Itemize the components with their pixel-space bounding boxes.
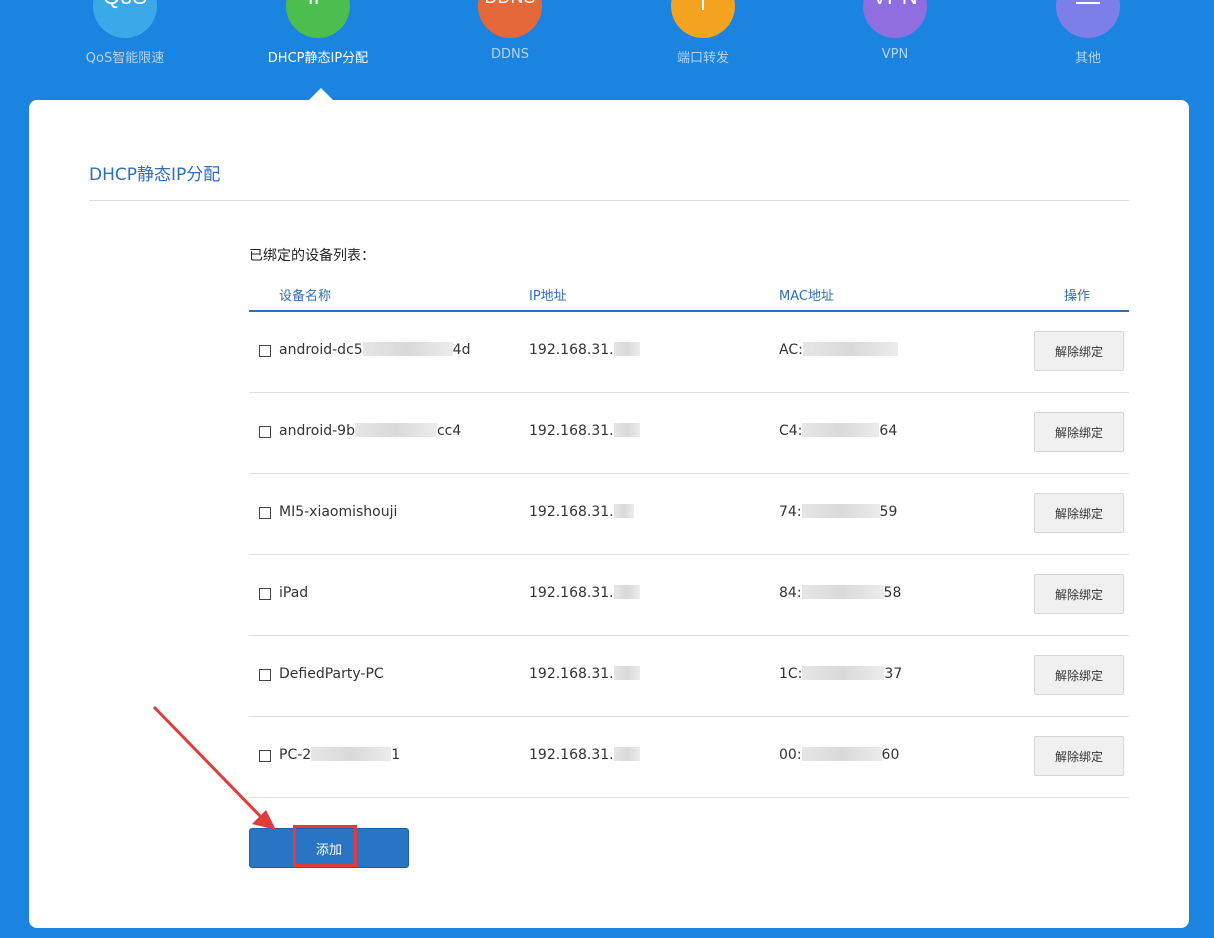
row-checkbox[interactable] [259, 588, 271, 600]
list-caption: 已绑定的设备列表： [249, 248, 375, 264]
device-ip: 192.168.31. [529, 666, 640, 682]
content-panel: DHCP静态IP分配 已绑定的设备列表： 设备名称 IP地址 MAC地址 操作 … [29, 100, 1189, 928]
table-row: android-9b cc4 192.168.31. C4: 64 解除绑定 [249, 393, 1129, 474]
unbind-button[interactable]: 解除绑定 [1034, 574, 1124, 614]
row-checkbox[interactable] [259, 669, 271, 681]
top-navigation: QoS QoS智能限速 IP DHCP静态IP分配 DDNS DDNS 端口转发… [0, 0, 1214, 100]
device-name: android-9b cc4 [279, 423, 462, 439]
nav-label-other: 其他 [1074, 51, 1101, 66]
unbind-button[interactable]: 解除绑定 [1034, 493, 1124, 533]
table-row: android-dc5 4d 192.168.31. AC: 解除绑定 [249, 312, 1129, 393]
vpn-icon: VPN [863, 0, 927, 38]
unbind-button[interactable]: 解除绑定 [1034, 412, 1124, 452]
table-row: MI5-xiaomishouji 192.168.31. 74: 59 解除绑定 [249, 474, 1129, 555]
device-name: iPad [279, 585, 309, 601]
column-header-name: 设备名称 [279, 289, 332, 304]
nav-label-ddns: DDNS [491, 47, 529, 62]
unbind-button[interactable]: 解除绑定 [1034, 655, 1124, 695]
device-name: MI5-xiaomishouji [279, 504, 398, 520]
device-ip: 192.168.31. [529, 585, 640, 601]
device-mac: 00: 60 [779, 747, 900, 763]
active-tab-caret [309, 88, 333, 100]
row-checkbox[interactable] [259, 426, 271, 438]
title-divider [89, 200, 1129, 201]
nav-label-vpn: VPN [881, 47, 909, 62]
row-checkbox[interactable] [259, 750, 271, 762]
table-row: PC-2 1 192.168.31. 00: 60 解除绑定 [249, 717, 1129, 798]
column-header-ip: IP地址 [529, 289, 567, 304]
menu-icon [1056, 0, 1120, 38]
device-name: PC-2 1 [279, 747, 401, 763]
table-header: 设备名称 IP地址 MAC地址 操作 [249, 282, 1129, 312]
device-table: android-dc5 4d 192.168.31. AC: 解除绑定 andro… [249, 312, 1129, 798]
column-header-action: 操作 [1064, 289, 1091, 304]
column-header-mac: MAC地址 [779, 289, 834, 304]
nav-label-port-forward: 端口转发 [676, 51, 729, 66]
add-button[interactable]: 添加 [249, 828, 409, 868]
page-title: DHCP静态IP分配 [89, 165, 221, 185]
nav-label-dhcp: DHCP静态IP分配 [267, 51, 369, 66]
unbind-button[interactable]: 解除绑定 [1034, 331, 1124, 371]
row-checkbox[interactable] [259, 345, 271, 357]
device-mac: 1C: 37 [779, 666, 903, 682]
row-checkbox[interactable] [259, 507, 271, 519]
unbind-button[interactable]: 解除绑定 [1034, 736, 1124, 776]
device-mac: AC: [779, 342, 898, 358]
device-ip: 192.168.31. [529, 423, 640, 439]
table-row: DefiedParty-PC 192.168.31. 1C: 37 解除绑定 [249, 636, 1129, 717]
device-mac: C4: 64 [779, 423, 898, 439]
device-ip: 192.168.31. [529, 504, 634, 520]
device-name: DefiedParty-PC [279, 666, 384, 682]
port-forward-icon [671, 0, 735, 38]
table-row: iPad 192.168.31. 84: 58 解除绑定 [249, 555, 1129, 636]
device-ip: 192.168.31. [529, 342, 640, 358]
device-ip: 192.168.31. [529, 747, 640, 763]
nav-label-qos: QoS智能限速 [85, 51, 165, 66]
ddns-icon: DDNS [478, 0, 542, 38]
device-mac: 74: 59 [779, 504, 898, 520]
device-mac: 84: 58 [779, 585, 902, 601]
device-name: android-dc5 4d [279, 342, 471, 358]
ip-icon: IP [286, 0, 350, 38]
qos-icon: QoS [93, 0, 157, 38]
